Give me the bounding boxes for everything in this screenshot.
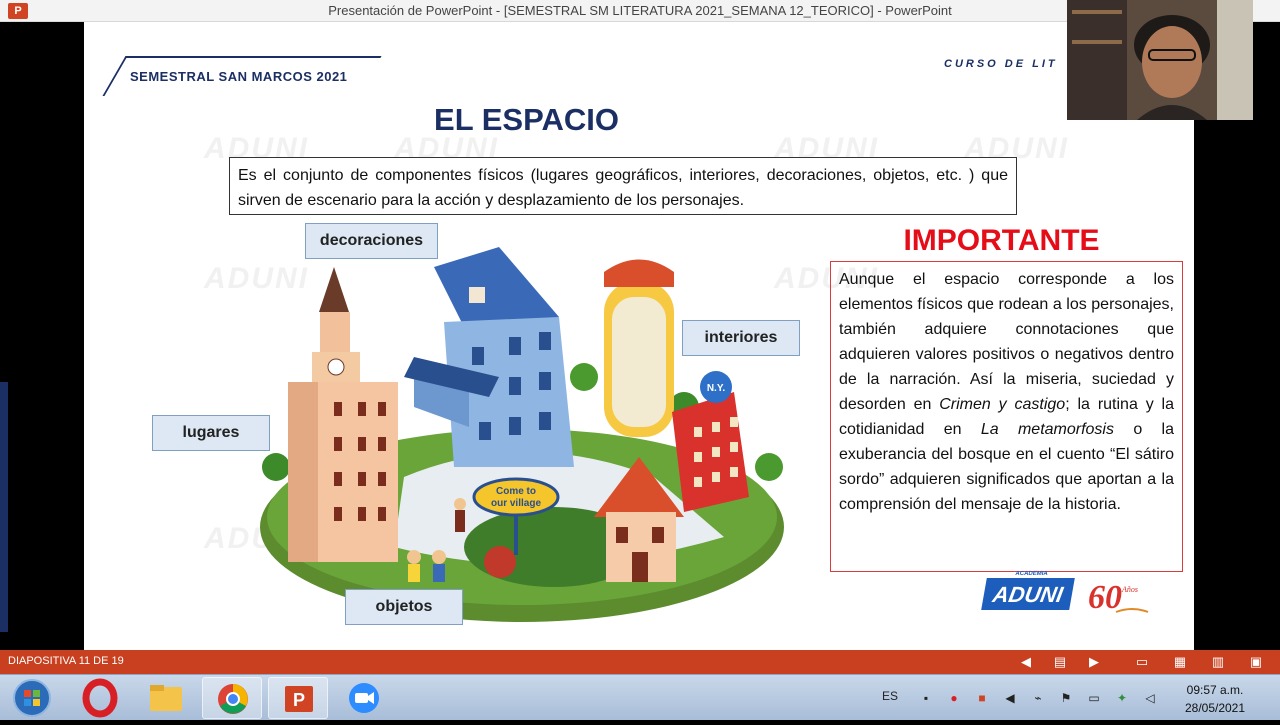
attic-window: [469, 287, 485, 303]
svg-text:P: P: [293, 690, 305, 710]
label-decoraciones: decoraciones: [305, 223, 438, 259]
definition-box: Es el conjunto de componentes físicos (l…: [229, 157, 1017, 215]
tree: [484, 546, 516, 578]
volume-tray-icon[interactable]: ◁: [1142, 690, 1158, 706]
round-building-crown: [604, 259, 674, 287]
taskbar-powerpoint[interactable]: P: [268, 677, 328, 719]
village-sign-line1: Come to: [496, 486, 536, 497]
tree: [755, 453, 783, 481]
sixty-years-logo: 60 Años: [1088, 579, 1149, 616]
monitor-tray-icon[interactable]: ▭: [1086, 690, 1102, 706]
slide-edge-accent: [0, 382, 8, 632]
village-sign: [472, 477, 560, 517]
brand-title: SEMESTRAL SAN MARCOS 2021: [130, 69, 348, 84]
tower-roof: [319, 267, 349, 312]
reading-view-icon[interactable]: ▥: [1210, 654, 1226, 670]
course-title: CURSO DE LIT: [944, 58, 1058, 70]
left-margin: [0, 22, 84, 650]
start-button[interactable]: [2, 677, 62, 719]
slide-title: EL ESPACIO: [434, 102, 619, 137]
webcam-image: [1067, 0, 1253, 120]
tree: [570, 363, 598, 391]
tower-side: [288, 382, 318, 562]
powerpoint-icon: P: [285, 686, 313, 712]
network-tray-icon[interactable]: ⌁: [1030, 690, 1046, 706]
opera-icon: [82, 678, 118, 718]
flag-tray-icon[interactable]: ⚑: [1058, 690, 1074, 706]
book-title-metamorfosis: La metamorfosis: [980, 421, 1114, 438]
next-slide-icon[interactable]: ▶: [1086, 654, 1102, 670]
label-interiores: interiores: [682, 320, 800, 356]
aduni-logo-small: ACADEMIA: [1014, 571, 1049, 577]
zoom-icon: [349, 683, 379, 713]
aduni-logo: ACADEMIA ADUNI: [981, 571, 1075, 610]
sparkle-tray-icon[interactable]: ✦: [1114, 690, 1130, 706]
slide-sorter-icon[interactable]: ▦: [1172, 654, 1188, 670]
taskbar-clock[interactable]: 09:57 a.m. 28/05/2021: [1170, 681, 1260, 717]
tree: [262, 453, 290, 481]
speaker-tray-icon[interactable]: ◀: [1002, 690, 1018, 706]
tower-top: [320, 312, 350, 352]
label-lugares: lugares: [152, 415, 270, 451]
app-tray-icon[interactable]: ■: [974, 690, 990, 706]
opera-tray-icon[interactable]: ●: [946, 690, 962, 706]
clock-face: [327, 358, 345, 376]
village-illustration: N.Y. Come to our village: [260, 247, 784, 622]
clock-time: 09:57 a.m.: [1186, 683, 1244, 697]
taskbar-explorer[interactable]: [136, 677, 196, 719]
slide-counter: DIAPOSITIVA 11 DE 19: [8, 655, 124, 667]
language-indicator[interactable]: ES: [882, 688, 898, 704]
slideshow-icon[interactable]: ▣: [1248, 654, 1264, 670]
sixty-logo-number: 60: [1088, 579, 1122, 616]
chrome-icon: [218, 684, 248, 714]
aduni-logo-text: ADUNI: [990, 582, 1065, 607]
webcam-feed: [1067, 0, 1253, 120]
important-heading: IMPORTANTE: [903, 224, 1100, 257]
slide-canvas: ADUNI ADUNI ADUNI ADUNI ADUNI ADUNI ADUN…: [84, 22, 1194, 650]
clock-date: 28/05/2021: [1184, 701, 1246, 715]
folder-icon: [150, 685, 182, 711]
slide-menu-icon[interactable]: ▤: [1052, 654, 1068, 670]
important-box: Aunque el espacio corresponde a los elem…: [830, 261, 1183, 572]
village-sign-line2: our village: [491, 498, 541, 509]
windows-taskbar: P ES ▪ ● ■ ◀ ⌁ ⚑ ▭ ✦ ◁ 09:57 a.m. 28/05/…: [0, 674, 1280, 720]
label-objetos: objetos: [345, 589, 463, 625]
round-building-interior: [612, 297, 666, 427]
previous-slide-icon[interactable]: ◀: [1018, 654, 1034, 670]
zoom-tray-icon[interactable]: ▪: [918, 690, 934, 706]
powerpoint-statusbar: DIAPOSITIVA 11 DE 19 ◀ ▤ ▶ ▭ ▦ ▥ ▣: [0, 650, 1280, 674]
important-text: Aunque el espacio corresponde a los elem…: [839, 271, 1174, 413]
sixty-logo-small: Años: [1121, 585, 1138, 594]
taskbar-zoom[interactable]: [334, 677, 394, 719]
ny-badge-text: N.Y.: [707, 383, 726, 394]
book-title-crimen: Crimen y castigo: [939, 396, 1066, 413]
taskbar-chrome[interactable]: [202, 677, 262, 719]
taskbar-opera[interactable]: [70, 677, 130, 719]
windows-start-icon: [13, 679, 51, 717]
normal-view-icon[interactable]: ▭: [1134, 654, 1150, 670]
